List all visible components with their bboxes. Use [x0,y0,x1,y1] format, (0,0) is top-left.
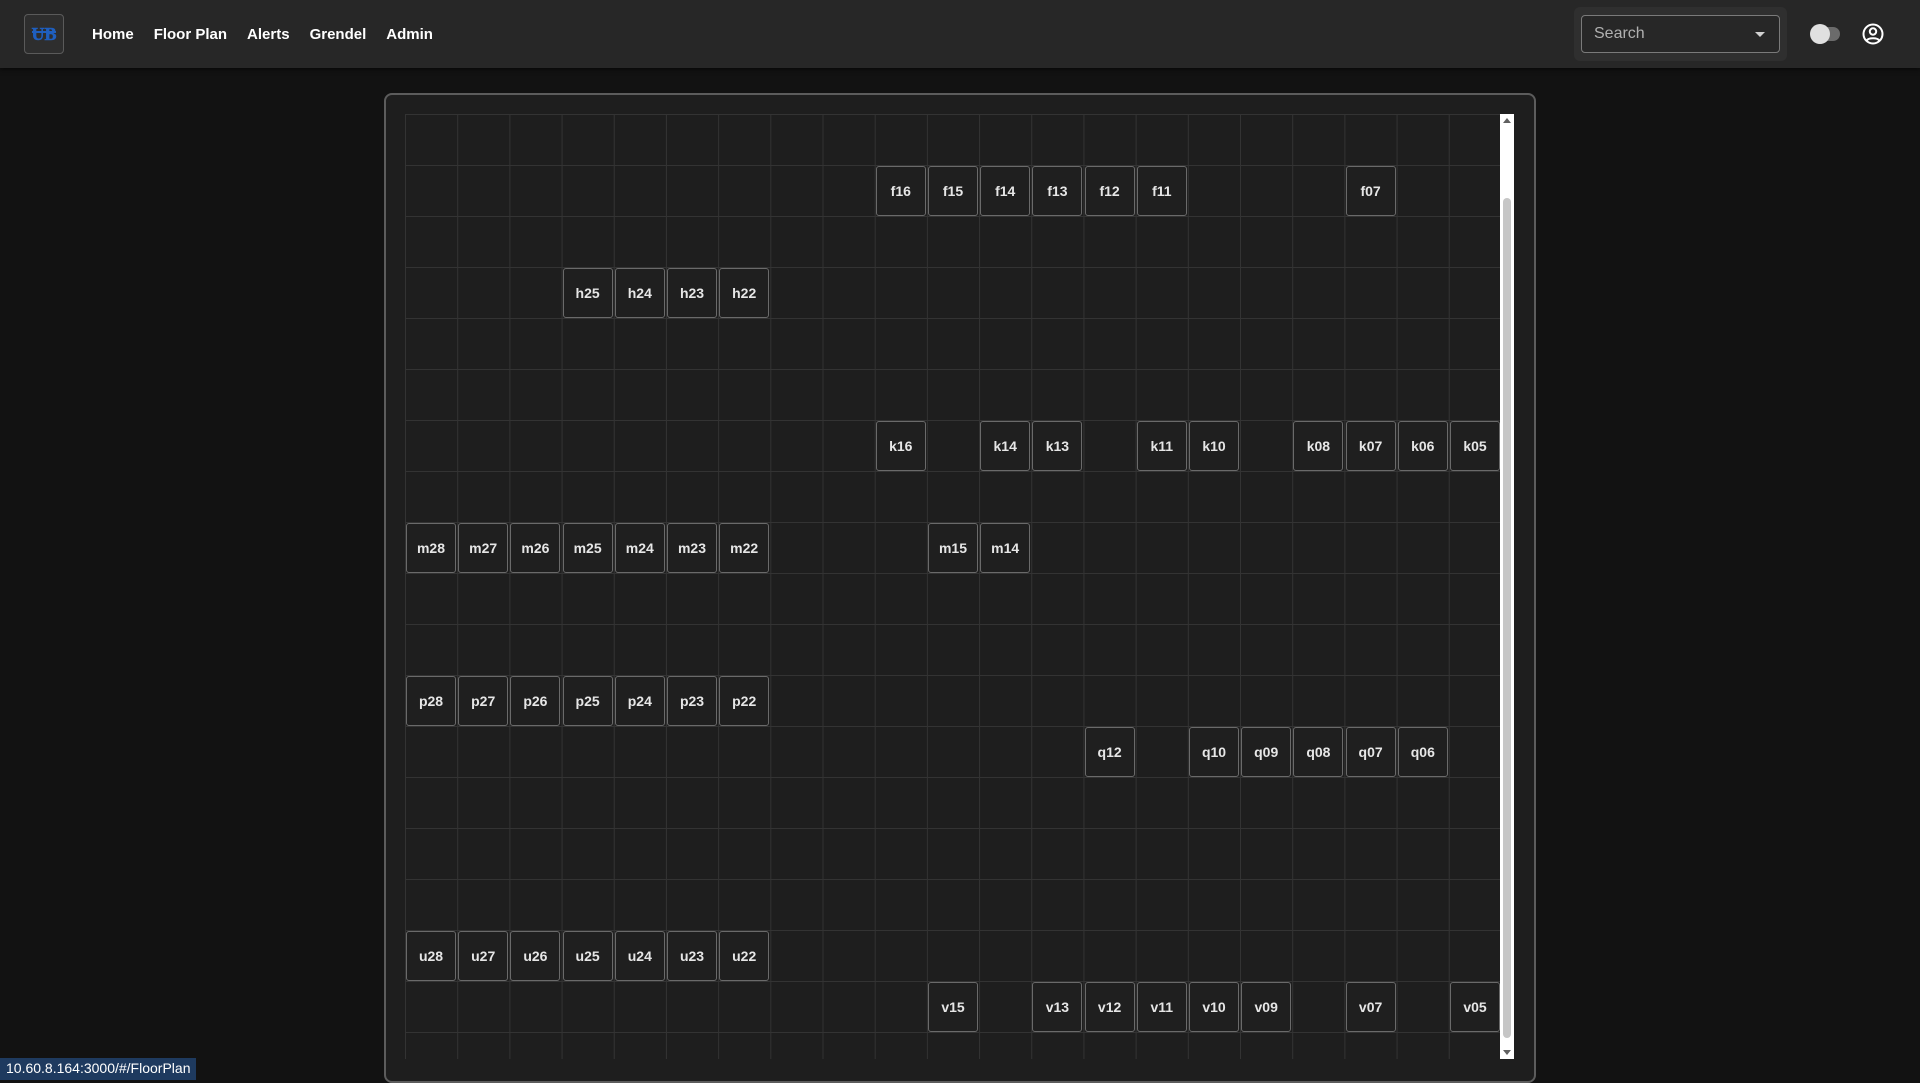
theme-toggle-switch[interactable] [1810,24,1840,44]
search-container: Search [1574,7,1787,61]
nav-link-grendel[interactable]: Grendel [310,26,367,43]
seat-cell[interactable]: k13 [1032,421,1083,471]
seat-cell[interactable]: m28 [406,523,456,573]
vertical-scrollbar[interactable] [1500,114,1514,1059]
seat-cell[interactable]: p22 [719,676,770,726]
seat-cell[interactable]: f14 [980,166,1031,216]
seat-cell[interactable]: q08 [1293,727,1344,777]
seat-cell[interactable]: k05 [1450,421,1500,471]
seat-cell[interactable]: v09 [1241,982,1292,1032]
floor-plan-grid[interactable]: f16 f15 f14 f13 f12 f11 f07 h25 h24 h23 h22 k16 k14 k… [405,114,1500,1059]
seat-cell[interactable]: m23 [667,523,717,573]
seat-cell[interactable]: u25 [562,931,613,981]
nav-links: Home Floor Plan Alerts Grendel Admin [92,0,453,68]
seat-cell[interactable]: v15 [928,982,978,1032]
seat-cell[interactable]: f13 [1032,166,1083,216]
seat-cell[interactable]: m14 [980,523,1031,573]
status-bar-url: 10.60.8.164:3000/#/FloorPlan [0,1058,197,1080]
university-logo-icon[interactable]: UB [24,14,64,54]
seat-cell[interactable]: u27 [458,931,509,981]
seat-cell[interactable]: p24 [614,676,665,726]
seat-cell[interactable]: k11 [1136,421,1187,471]
seat-cell[interactable]: k06 [1397,421,1448,471]
seat-cell[interactable]: m26 [510,523,561,573]
scrollbar-thumb[interactable] [1503,198,1511,1038]
seat-cell[interactable]: f07 [1345,166,1396,216]
search-select[interactable]: Search [1581,15,1780,53]
seat-cell[interactable]: m25 [562,523,613,573]
seat-cell[interactable]: u24 [614,931,665,981]
seat-cell[interactable]: q09 [1241,727,1292,777]
svg-text:UB: UB [31,24,56,44]
nav-link-admin[interactable]: Admin [386,26,433,43]
seat-cell[interactable]: p25 [562,676,613,726]
seat-cell[interactable]: f11 [1136,166,1187,216]
seat-cell[interactable]: q07 [1345,727,1396,777]
nav-link-home[interactable]: Home [92,26,134,43]
seat-cell[interactable]: k08 [1293,421,1344,471]
seat-cell[interactable]: p23 [667,676,717,726]
seat-cell[interactable]: p28 [406,676,456,726]
seat-cell[interactable]: h22 [719,268,770,318]
search-placeholder: Search [1594,25,1645,42]
seat-cell[interactable]: m24 [614,523,665,573]
seat-cell[interactable]: m15 [928,523,978,573]
seat-cell[interactable]: v12 [1084,982,1135,1032]
seat-cell[interactable]: k16 [875,421,926,471]
seat-cell[interactable]: h25 [562,268,613,318]
seat-cell[interactable]: v11 [1136,982,1187,1032]
seat-cell[interactable]: h23 [667,268,717,318]
top-navbar: UB Home Floor Plan Alerts Grendel Admin … [0,0,1920,68]
account-circle-icon[interactable] [1861,22,1885,46]
scroll-up-arrow-icon[interactable] [1503,118,1511,123]
seat-cell[interactable]: u23 [667,931,717,981]
seat-cell[interactable]: v10 [1189,982,1239,1032]
seat-cell[interactable]: f12 [1084,166,1135,216]
seat-cell[interactable]: v13 [1032,982,1083,1032]
seat-cell[interactable]: f16 [875,166,926,216]
seat-cell[interactable]: v07 [1345,982,1396,1032]
seat-cell[interactable]: p26 [510,676,561,726]
seat-cell[interactable]: f15 [928,166,978,216]
dropdown-arrow-icon[interactable] [1755,31,1765,37]
seat-cell[interactable]: v05 [1450,982,1500,1032]
nav-link-alerts[interactable]: Alerts [247,26,290,43]
seat-cell[interactable]: k10 [1189,421,1239,471]
scroll-down-arrow-icon[interactable] [1503,1050,1511,1055]
seat-cell[interactable]: u26 [510,931,561,981]
nav-link-floor-plan[interactable]: Floor Plan [154,26,227,43]
seat-cell[interactable]: p27 [458,676,509,726]
theme-toggle-icon [1810,24,1830,44]
seat-cell[interactable]: u22 [719,931,770,981]
seat-cell[interactable]: u28 [406,931,456,981]
seat-cell[interactable]: k14 [980,421,1031,471]
seat-cell[interactable]: m22 [719,523,770,573]
seat-cell[interactable]: h24 [614,268,665,318]
seat-cell[interactable]: q10 [1189,727,1239,777]
seat-cell[interactable]: k07 [1345,421,1396,471]
seat-cell[interactable]: q12 [1084,727,1135,777]
seat-cell[interactable]: m27 [458,523,509,573]
seat-cell[interactable]: q06 [1397,727,1448,777]
